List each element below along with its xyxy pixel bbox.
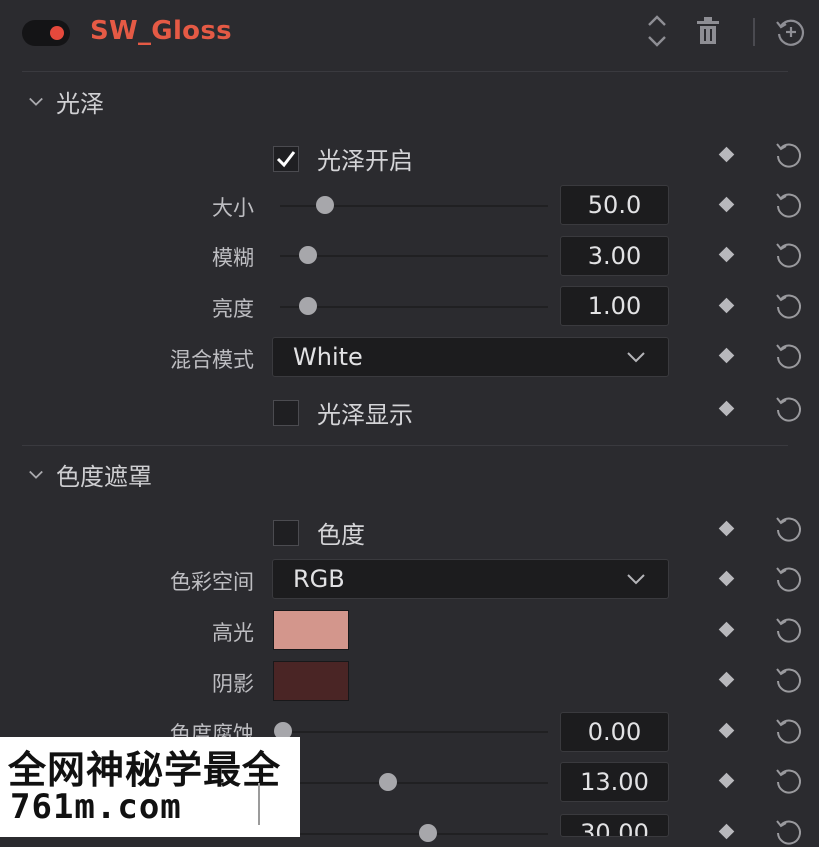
effect-enable-toggle[interactable] xyxy=(22,20,70,46)
trash-icon[interactable] xyxy=(696,17,720,45)
erode-value-field[interactable]: 0.00 xyxy=(560,712,669,752)
colorspace-select[interactable]: RGB xyxy=(272,559,669,599)
section-chroma-header[interactable]: 色度遮罩 xyxy=(28,457,152,492)
chroma-checkbox[interactable] xyxy=(273,519,299,546)
blend-mode-value: White xyxy=(293,343,363,371)
reset-icon[interactable] xyxy=(774,291,804,321)
keyframe-diamond-icon[interactable] xyxy=(718,722,735,739)
keyframe-diamond-icon[interactable] xyxy=(718,246,735,263)
reset-icon[interactable] xyxy=(774,394,804,424)
reset-icon[interactable] xyxy=(774,716,804,746)
keyframe-diamond-icon[interactable] xyxy=(718,196,735,213)
header-divider xyxy=(753,18,755,46)
reset-icon[interactable] xyxy=(774,615,804,645)
gloss-show-row: 光泽显示 xyxy=(273,395,413,430)
keyframe-diamond-icon[interactable] xyxy=(718,772,735,789)
highlight-label: 高光 xyxy=(212,621,254,645)
section-gloss-header[interactable]: 光泽 xyxy=(28,84,104,119)
reset-icon[interactable] xyxy=(774,140,804,170)
keyframe-diamond-icon[interactable] xyxy=(718,400,735,417)
chroma-row: 色度 xyxy=(273,515,365,550)
keyframe-diamond-icon[interactable] xyxy=(718,671,735,688)
reset-icon[interactable] xyxy=(774,564,804,594)
reset-icon[interactable] xyxy=(774,514,804,544)
blend-mode-select[interactable]: White xyxy=(272,337,669,377)
keyframe-diamond-icon[interactable] xyxy=(718,297,735,314)
blur-label: 模糊 xyxy=(212,246,254,270)
blur-value-field[interactable]: 3.00 xyxy=(560,236,669,276)
chroma-slider2-knob[interactable] xyxy=(379,773,398,791)
size-label: 大小 xyxy=(212,196,254,220)
blend-mode-label: 混合模式 xyxy=(170,348,254,372)
divider xyxy=(22,445,788,446)
shadow-label: 阴影 xyxy=(212,672,254,696)
gloss-show-checkbox[interactable] xyxy=(273,399,299,426)
chroma-label: 色度 xyxy=(317,521,365,549)
chroma-slider2-value-field[interactable]: 13.00 xyxy=(560,762,669,802)
gloss-enable-checkbox[interactable] xyxy=(273,145,299,172)
checkmark-icon xyxy=(276,150,296,167)
brightness-slider-track[interactable] xyxy=(280,306,548,308)
chroma-slider3-track[interactable] xyxy=(280,833,548,835)
chevron-down-icon xyxy=(29,97,43,106)
toggle-indicator xyxy=(50,26,64,40)
watermark-line2: 761m.com xyxy=(10,787,182,827)
reset-icon[interactable] xyxy=(774,766,804,796)
size-value-field[interactable]: 50.0 xyxy=(560,185,669,225)
chevron-down-icon xyxy=(29,470,43,479)
brightness-value-field[interactable]: 1.00 xyxy=(560,286,669,326)
keyframe-diamond-icon[interactable] xyxy=(718,146,735,163)
gloss-show-label: 光泽显示 xyxy=(317,401,413,429)
shadow-color-swatch[interactable] xyxy=(273,661,349,701)
brightness-label: 亮度 xyxy=(212,297,254,321)
blur-slider-knob[interactable] xyxy=(298,246,317,264)
colorspace-value: RGB xyxy=(293,565,345,593)
chroma-slider3-value-field[interactable]: 30.00 xyxy=(560,814,669,837)
chroma-slider2-track[interactable] xyxy=(280,782,548,784)
keyframe-diamond-icon[interactable] xyxy=(718,570,735,587)
watermark-line1: 全网神秘学最全 xyxy=(8,748,282,792)
reset-icon[interactable] xyxy=(774,817,804,847)
watermark-divider xyxy=(258,783,260,825)
chroma-slider3-knob[interactable] xyxy=(418,824,437,842)
reset-all-icon[interactable] xyxy=(774,17,806,47)
brightness-slider-knob[interactable] xyxy=(298,297,317,315)
reorder-icon[interactable] xyxy=(645,13,669,49)
colorspace-label: 色彩空间 xyxy=(170,570,254,594)
keyframe-diamond-icon[interactable] xyxy=(718,621,735,638)
reset-icon[interactable] xyxy=(774,240,804,270)
keyframe-diamond-icon[interactable] xyxy=(718,520,735,537)
erode-slider-track[interactable] xyxy=(280,731,548,733)
watermark: 全网神秘学最全 761m.com xyxy=(0,737,300,837)
divider xyxy=(22,71,788,72)
size-slider-knob[interactable] xyxy=(315,196,334,214)
chevron-down-icon xyxy=(627,352,645,363)
reset-icon[interactable] xyxy=(774,665,804,695)
keyframe-diamond-icon[interactable] xyxy=(718,347,735,364)
section-chroma-title: 色度遮罩 xyxy=(56,463,152,491)
chevron-down-icon xyxy=(627,574,645,585)
section-gloss-title: 光泽 xyxy=(56,90,104,118)
blur-slider-track[interactable] xyxy=(280,255,548,257)
gloss-enable-row: 光泽开启 xyxy=(273,141,413,176)
gloss-enable-label: 光泽开启 xyxy=(317,147,413,175)
reset-icon[interactable] xyxy=(774,190,804,220)
highlight-color-swatch[interactable] xyxy=(273,610,349,650)
reset-icon[interactable] xyxy=(774,341,804,371)
effect-title: SW_Gloss xyxy=(90,16,232,46)
